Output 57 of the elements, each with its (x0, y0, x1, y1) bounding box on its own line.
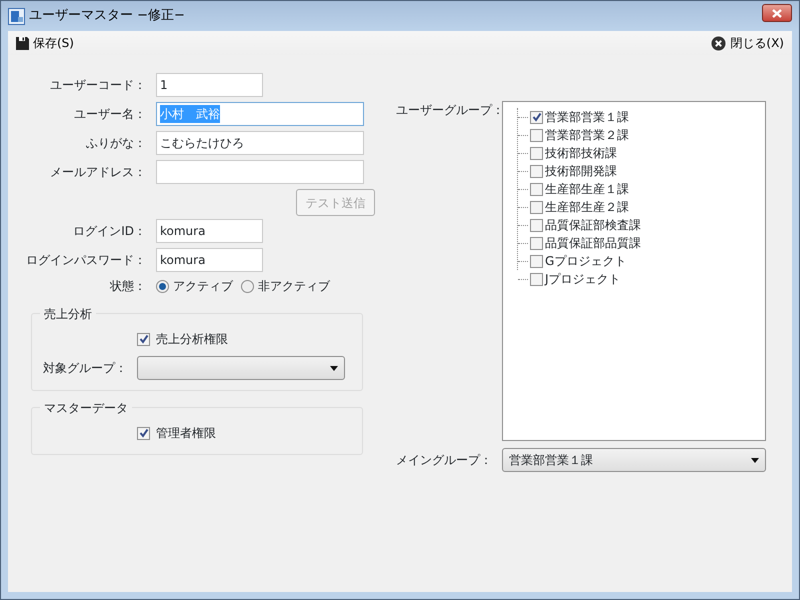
radio-option[interactable]: アクティブ (156, 277, 233, 295)
list-item-label: 品質保証部検査課 (545, 217, 641, 234)
radio-label: 非アクティブ (258, 278, 330, 295)
field-label: ユーザーグループ： (396, 102, 502, 119)
input-field[interactable]: komura (156, 219, 263, 243)
checkbox[interactable] (530, 236, 543, 250)
checkbox[interactable] (530, 272, 543, 286)
save-button[interactable]: 保存(S) (14, 34, 76, 52)
field-label: メールアドレス： (49, 164, 147, 181)
group-title: 売上分析 (40, 305, 96, 323)
list-item-label: 生産部生産１課 (545, 181, 629, 198)
input-field[interactable]: 1 (156, 73, 263, 97)
checkbox-label: 管理者権限 (156, 425, 216, 442)
radio-label: アクティブ (173, 278, 233, 295)
checkbox[interactable] (530, 254, 543, 268)
list-item-label: Jプロジェクト (545, 271, 621, 288)
radio-button[interactable] (241, 280, 254, 292)
checkbox[interactable] (530, 218, 543, 232)
field-label: 状態： (109, 278, 147, 295)
field-label: ログインパスワード： (25, 252, 147, 269)
list-item-label: 生産部生産２課 (545, 199, 629, 216)
close-button[interactable]: 閉じる(X) (709, 34, 786, 52)
field-label: メイングループ： (396, 452, 493, 469)
checkbox[interactable] (137, 332, 150, 346)
checkbox[interactable] (530, 110, 543, 124)
list-item-label: 品質保証部品質課 (545, 235, 641, 252)
close-icon (772, 8, 782, 18)
field-label: 対象グループ： (42, 360, 128, 377)
dropdown[interactable] (137, 356, 345, 380)
list-item-label: 営業部営業２課 (545, 127, 629, 144)
field-label: ユーザーコード： (49, 77, 147, 94)
close-icon (711, 36, 726, 50)
close-window-button[interactable] (762, 4, 792, 22)
caret-icon (330, 366, 338, 370)
checkbox[interactable] (137, 426, 150, 440)
input-field[interactable] (156, 160, 364, 184)
caret-icon (751, 458, 759, 462)
input-field[interactable]: こむらたけひろ (156, 131, 364, 155)
input-field[interactable]: komura (156, 248, 263, 272)
list-item-label: Gプロジェクト (545, 253, 626, 270)
dropdown[interactable]: 営業部営業１課 (502, 448, 766, 472)
checkbox[interactable] (530, 146, 543, 160)
list-item-label: 技術部技術課 (545, 145, 617, 162)
app-icon (8, 8, 25, 24)
checkbox[interactable] (530, 182, 543, 196)
list-item-label: 技術部開発課 (545, 163, 617, 180)
checkbox-label: 売上分析権限 (156, 331, 228, 348)
radio-option[interactable]: 非アクティブ (241, 277, 330, 295)
field-label: ユーザー名： (73, 106, 147, 123)
field-label: ふりがな： (85, 135, 147, 152)
radio-button[interactable] (156, 280, 169, 292)
checkbox[interactable] (530, 128, 543, 142)
field-label: ログインID： (72, 223, 147, 240)
window-title: ユーザーマスター −修正− (29, 7, 185, 26)
list-item-label: 営業部営業１課 (545, 109, 629, 126)
checkbox[interactable] (530, 200, 543, 214)
checkbox[interactable] (530, 164, 543, 178)
